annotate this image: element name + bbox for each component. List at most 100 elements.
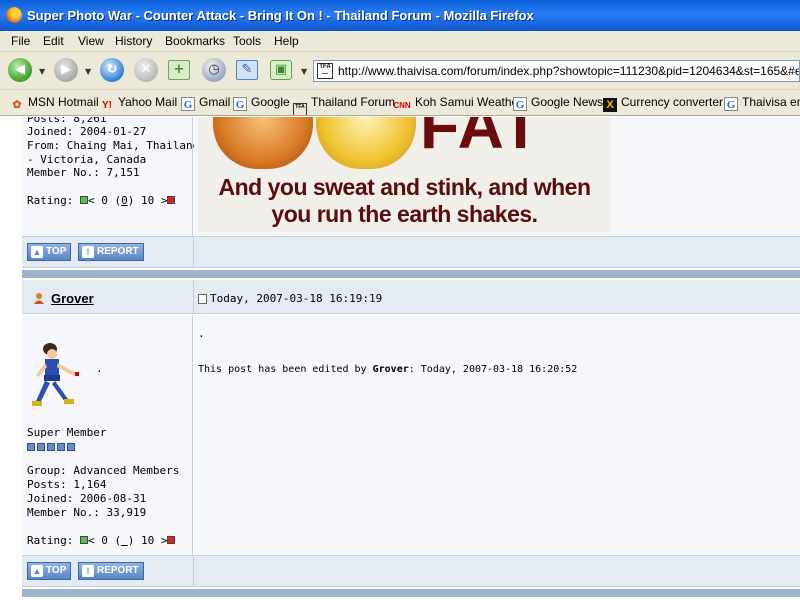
bookmark-gmail[interactable]: G Gmail <box>181 95 230 111</box>
bookmark-currency-converter[interactable]: X Currency converter <box>603 95 723 112</box>
rating-minus-icon[interactable] <box>167 196 176 204</box>
google-icon: G <box>181 97 195 111</box>
image-headline: FAT <box>420 117 543 162</box>
page-content: Posts: 8,261 Joined: 2004-01-27 From: Ch… <box>0 117 800 600</box>
post2-joined: Joined: 2006-08-31 <box>27 492 147 505</box>
post2-member-title: Super Member <box>27 426 107 439</box>
back-dropdown-icon[interactable]: ▼ <box>39 67 45 76</box>
bookmark-label: Thailand Forum <box>311 95 396 109</box>
rating-value[interactable]: 0 <box>121 194 128 207</box>
menu-bar: File Edit View History Bookmarks Tools H… <box>0 31 800 52</box>
bookmark-label: Currency converter <box>621 95 724 109</box>
rating-high: ) 10 > <box>127 194 168 207</box>
avatar <box>32 343 79 406</box>
toolbar-dropdown-icon[interactable]: ▼ <box>301 67 307 76</box>
bookmarks-bar: ✿ MSN Hotmail Y! Yahoo Mail G Gmail G Google… <box>0 90 800 116</box>
history-button[interactable]: ◷ <box>202 58 226 82</box>
edit-page-button[interactable]: ✎ <box>236 60 258 80</box>
bookmark-koh-samui-weather[interactable]: CNN Koh Samui Weather <box>393 95 522 113</box>
bookmark-msn-hotmail[interactable]: ✿ MSN Hotmail <box>10 95 98 112</box>
forward-button[interactable]: ▶ <box>54 58 78 82</box>
post2-date: Today, 2007-03-18 16:19:19 <box>210 292 383 305</box>
post1-from: From: Chaing Mai, Thailand <box>27 139 200 152</box>
user-icon <box>34 293 44 304</box>
exclamation-icon: ! <box>82 565 94 577</box>
bookmark-thailand-forum[interactable]: TFA Thailand Forum <box>293 95 396 115</box>
bookmark-label: Gmail <box>199 95 231 109</box>
post2-header <box>22 280 800 314</box>
menu-tools[interactable]: Tools <box>233 34 261 48</box>
arrow-up-icon: ▲ <box>31 246 43 258</box>
new-tab-button[interactable]: + <box>168 60 190 80</box>
bookmark-label: Thaivisa em <box>742 95 800 109</box>
bookmark-google[interactable]: G Google <box>233 95 290 111</box>
x-icon: X <box>603 98 617 112</box>
post-divider <box>22 270 800 278</box>
rank-star-icon <box>47 443 55 451</box>
top-button[interactable]: ▲ TOP <box>27 562 72 580</box>
report-button[interactable]: ! REPORT <box>78 562 144 580</box>
forward-arrow-icon: ▶ <box>61 62 71 77</box>
basket-icon: ▣ <box>274 62 288 77</box>
post2-rating: Rating: < 0 ( ) 10 > <box>27 534 176 547</box>
window-title: Super Photo War - Counter Attack - Bring… <box>27 8 534 23</box>
bookmark-label: Google <box>251 95 290 109</box>
stop-button[interactable]: ✕ <box>134 58 158 82</box>
rating-minus-icon[interactable] <box>167 536 176 544</box>
bookmark-google-news[interactable]: G Google News <box>513 95 603 111</box>
firefox-icon <box>6 7 22 23</box>
google-icon: G <box>724 97 738 111</box>
column-separator <box>193 237 194 267</box>
post1-member-no: Member No.: 7,151 <box>27 166 140 179</box>
thaivisa-icon: TFA <box>293 103 307 115</box>
can-image <box>213 117 313 169</box>
rating-low: < 0 ( <box>87 534 122 547</box>
post1-image: FAT And you sweat and stink, and when yo… <box>198 117 611 232</box>
reload-icon: ↻ <box>106 62 118 77</box>
post2-action-bar: ▲ TOP ! REPORT <box>22 555 800 587</box>
edited-by: Grover <box>372 364 409 375</box>
menu-bookmarks[interactable]: Bookmarks <box>165 34 225 48</box>
menu-edit[interactable]: Edit <box>43 34 64 48</box>
butterfly-icon: ✿ <box>12 99 22 111</box>
post1-from-continued: - Victoria, Canada <box>27 153 147 166</box>
site-favicon: TFA — <box>317 63 333 79</box>
forward-dropdown-icon[interactable]: ▼ <box>85 67 91 76</box>
post-divider <box>22 589 800 597</box>
top-button[interactable]: ▲ TOP <box>27 243 72 261</box>
rating-plus-icon[interactable] <box>79 196 88 204</box>
bookmark-label: Yahoo Mail <box>118 95 178 109</box>
rating-high: ) 10 > <box>127 534 168 547</box>
rating-label: Rating: <box>27 194 74 207</box>
rating-label: Rating: <box>27 534 74 547</box>
avatar-caption: . <box>96 362 103 375</box>
bookmark-yahoo-mail[interactable]: Y! Yahoo Mail <box>100 95 177 113</box>
report-button[interactable]: ! REPORT <box>78 243 144 261</box>
addon-button[interactable]: ▣ <box>270 60 292 80</box>
post2-edited-note: This post has been edited by Grover: Tod… <box>198 364 577 375</box>
edited-suffix: : Today, 2007-03-18 16:20:52 <box>408 364 578 375</box>
reload-button[interactable]: ↻ <box>100 58 124 82</box>
address-bar[interactable]: TFA — http://www.thaivisa.com/forum/index… <box>313 60 800 82</box>
bookmark-thaivisa[interactable]: G Thaivisa em <box>724 95 800 111</box>
google-icon: G <box>513 97 527 111</box>
can-image <box>316 117 416 169</box>
url-text[interactable]: http://www.thaivisa.com/forum/index.php?… <box>338 64 799 78</box>
member-rank-stars <box>27 441 77 454</box>
report-label: REPORT <box>97 246 139 257</box>
menu-file[interactable]: File <box>11 34 30 48</box>
menu-history[interactable]: History <box>115 34 152 48</box>
back-button[interactable]: ◀ <box>8 58 32 82</box>
post2-username[interactable]: Grover <box>51 291 94 306</box>
rating-plus-icon[interactable] <box>79 536 88 544</box>
exclamation-icon: ! <box>82 246 94 258</box>
column-separator <box>193 556 194 586</box>
post2-body-panel <box>194 315 800 555</box>
menu-help[interactable]: Help <box>274 34 299 48</box>
post1-joined: Joined: 2004-01-27 <box>27 125 147 138</box>
rating-value[interactable] <box>121 534 128 547</box>
menu-view[interactable]: View <box>78 34 104 48</box>
post1-rating: Rating: < 0 (0) 10 > <box>27 194 176 207</box>
post2-member-no: Member No.: 33,919 <box>27 506 147 519</box>
rating-low: < 0 ( <box>87 194 122 207</box>
